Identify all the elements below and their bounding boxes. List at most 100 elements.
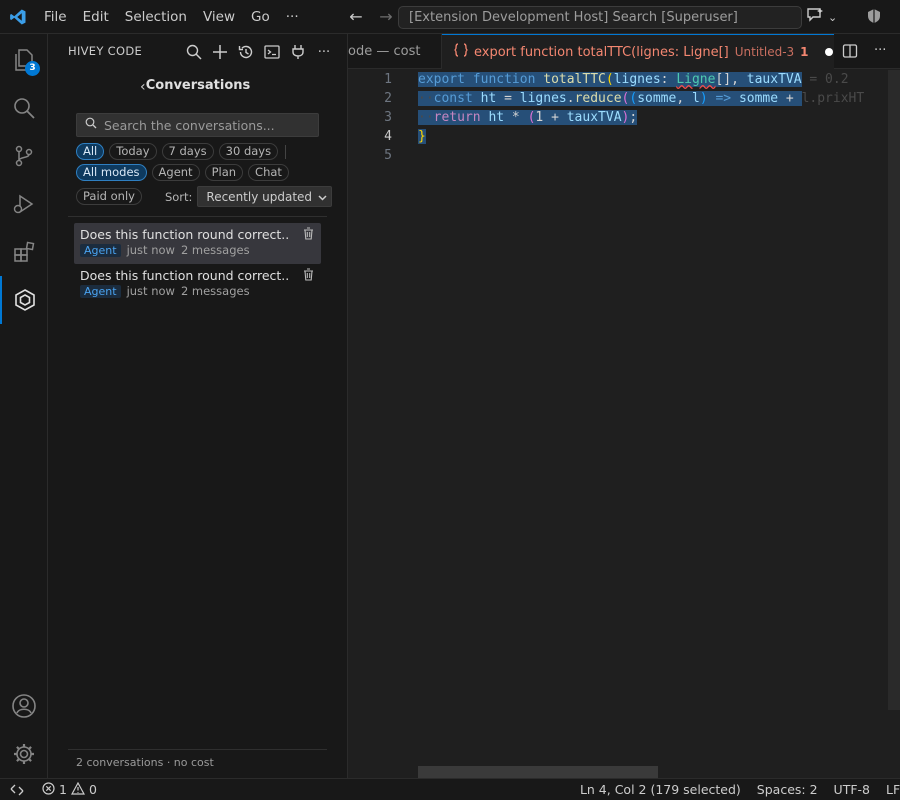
error-icon xyxy=(42,781,55,798)
warning-count: 0 xyxy=(88,782,97,797)
code-line: export function totalTTC(lignes: Ligne[]… xyxy=(418,72,849,87)
menu-edit[interactable]: Edit xyxy=(75,0,117,34)
remote-indicator-icon[interactable] xyxy=(0,779,34,800)
unsaved-dot-icon[interactable] xyxy=(824,48,833,56)
history-icon[interactable] xyxy=(236,42,256,62)
conversation-title: Does this function round correct... xyxy=(80,227,290,242)
back-arrow-icon[interactable]: ← xyxy=(346,7,366,27)
chat-sparkle-icon xyxy=(806,7,824,27)
filter-paid-only[interactable]: Paid only xyxy=(76,188,142,205)
menu-file[interactable]: File xyxy=(36,0,75,34)
chat-menu-button[interactable]: ⌄ xyxy=(806,7,854,27)
divider xyxy=(68,216,327,217)
mode-tag: Agent xyxy=(80,284,121,298)
code-text-area[interactable]: export function totalTTC(lignes: Ligne[]… xyxy=(418,70,888,165)
new-conversation-plus-icon[interactable] xyxy=(210,42,230,62)
more-actions-icon[interactable]: ··· xyxy=(314,42,334,62)
explorer-icon[interactable]: 3 xyxy=(0,36,48,84)
time-filter-row: All Today 7 days 30 days xyxy=(76,143,287,160)
menu-go[interactable]: Go xyxy=(243,0,278,34)
search-icon[interactable] xyxy=(0,84,48,132)
encoding[interactable]: UTF-8 xyxy=(834,782,870,797)
filter-30-days[interactable]: 30 days xyxy=(218,143,279,160)
tab-error-count: 1 xyxy=(800,45,809,59)
warning-icon xyxy=(70,781,85,798)
conversation-item[interactable]: Does this function round correct... Agen… xyxy=(74,264,321,305)
sort-select[interactable]: Recently updated xyxy=(197,186,333,207)
menu-more[interactable]: ··· xyxy=(278,0,307,34)
line-number-current: 4 xyxy=(384,129,392,144)
editor-area: ode — cost export function totalTTC(lign… xyxy=(348,34,900,778)
sort-label: Sort: xyxy=(164,189,193,204)
code-line: } xyxy=(418,129,426,144)
vscode-logo-icon xyxy=(0,0,36,34)
search-icon[interactable] xyxy=(184,42,204,62)
tab-untitled-3[interactable]: export function totalTTC(lignes: Ligne[]… xyxy=(442,34,834,69)
filter-all-modes[interactable]: All modes xyxy=(76,164,147,181)
sidebar-header-title: HIVEY CODE xyxy=(68,44,143,58)
run-debug-icon[interactable] xyxy=(0,180,48,228)
code-line: ··const ht = lignes.reduce((somme, l) =>… xyxy=(418,91,865,106)
menu-view[interactable]: View xyxy=(195,0,243,34)
menu-bar: File Edit Selection View Go ··· xyxy=(36,0,307,34)
conversation-search-input[interactable] xyxy=(104,117,314,133)
end-of-line[interactable]: LF xyxy=(886,782,900,797)
plug-icon[interactable] xyxy=(288,42,308,62)
terminal-icon[interactable] xyxy=(262,42,282,62)
line-number: 3 xyxy=(384,110,392,125)
filter-plan[interactable]: Plan xyxy=(204,164,244,181)
mode-tag: Agent xyxy=(80,243,121,257)
trash-icon[interactable] xyxy=(303,268,315,282)
extensions-icon[interactable] xyxy=(0,228,48,276)
title-bar: File Edit Selection View Go ··· ← → [Ext… xyxy=(0,0,900,34)
conversations-title: Conversations xyxy=(145,78,251,93)
mode-filter-row: All modes Agent Plan Chat xyxy=(76,164,289,181)
tab-description: Untitled-3 xyxy=(734,45,795,59)
search-icon xyxy=(85,117,97,133)
line-number: 5 xyxy=(384,148,392,163)
conversation-time: just now xyxy=(126,284,175,298)
line-number-gutter: 1 2 3 4 5 xyxy=(348,70,418,165)
vertical-scrollbar[interactable] xyxy=(888,70,900,710)
filter-chat[interactable]: Chat xyxy=(248,164,289,181)
status-bar: 1 0 Ln 4, Col 2 (179 selected) Spaces: 2… xyxy=(0,778,900,800)
activity-bar: 3 xyxy=(0,34,48,778)
code-line: ··return ht * (1 + tauxTVA); xyxy=(418,110,638,125)
settings-gear-icon[interactable] xyxy=(0,730,48,778)
source-control-icon[interactable] xyxy=(0,132,48,180)
cursor-position[interactable]: Ln 4, Col 2 (179 selected) xyxy=(580,782,741,797)
filter-7-days[interactable]: 7 days xyxy=(161,143,214,160)
forward-arrow-icon[interactable]: → xyxy=(376,7,396,27)
horizontal-scrollbar-thumb[interactable] xyxy=(418,766,658,778)
conversation-item[interactable]: Does this function round correct... Agen… xyxy=(74,223,321,264)
accounts-shield-icon[interactable] xyxy=(866,8,884,26)
filter-today[interactable]: Today xyxy=(109,143,157,160)
editor-tabs: ode — cost export function totalTTC(lign… xyxy=(348,34,900,69)
sort-row: Paid only Sort: Recently updated xyxy=(76,186,333,207)
conversation-message-count: 2 messages xyxy=(180,284,250,298)
error-count: 1 xyxy=(59,782,67,797)
chevron-down-icon: ⌄ xyxy=(828,10,838,24)
filter-agent[interactable]: Agent xyxy=(151,164,200,181)
chevron-down-icon xyxy=(318,190,327,204)
divider xyxy=(68,749,327,750)
problems-indicator[interactable]: 1 0 xyxy=(42,781,97,798)
conversation-time: just now xyxy=(126,243,175,257)
more-actions-icon[interactable]: ··· xyxy=(874,43,892,61)
indentation[interactable]: Spaces: 2 xyxy=(757,782,818,797)
filter-separator xyxy=(285,144,287,159)
menu-selection[interactable]: Selection xyxy=(117,0,195,34)
hivey-code-icon[interactable] xyxy=(0,276,48,324)
filter-all[interactable]: All xyxy=(76,143,105,160)
account-icon[interactable] xyxy=(0,682,48,730)
tab-title: export function totalTTC(lignes: Ligne[] xyxy=(474,44,729,60)
split-editor-icon[interactable] xyxy=(842,43,860,61)
command-center-search[interactable]: [Extension Development Host] Search [Sup… xyxy=(398,6,802,29)
tab-cost[interactable]: ode — cost xyxy=(348,34,442,69)
sidebar-footer-summary: 2 conversations · no cost xyxy=(76,756,214,769)
trash-icon[interactable] xyxy=(303,227,315,241)
conversation-title: Does this function round correct... xyxy=(80,268,290,283)
explorer-badge: 3 xyxy=(25,61,40,76)
conversation-search-box xyxy=(76,113,319,137)
